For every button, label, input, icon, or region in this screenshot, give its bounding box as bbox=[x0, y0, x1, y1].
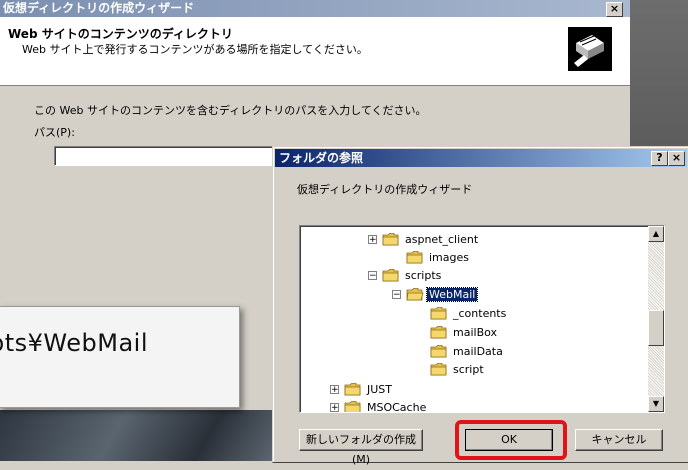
cancel-button[interactable]: キャンセル bbox=[575, 429, 663, 451]
scroll-down-button[interactable]: ▼ bbox=[648, 396, 664, 412]
ok-button-highlight bbox=[455, 420, 567, 460]
wizard-close-button[interactable]: × bbox=[606, 2, 623, 17]
tree-item-label: JUST bbox=[367, 382, 392, 396]
scroll-thumb[interactable] bbox=[648, 310, 664, 346]
tree-item-label: WebMail bbox=[425, 286, 479, 302]
dialog-title: フォルダの参照 bbox=[279, 151, 364, 165]
tree-item[interactable]: mailBox bbox=[416, 323, 499, 341]
tree-item-label: script bbox=[453, 362, 484, 376]
folder-icon bbox=[382, 233, 399, 246]
tree-item-label: mailData bbox=[453, 344, 503, 358]
dialog-titlebar: フォルダの参照 bbox=[275, 149, 687, 167]
tree-item-label: MSOCache bbox=[367, 400, 427, 413]
tree-item[interactable]: + aspnet_client bbox=[368, 230, 480, 248]
tree-item-label: _contents bbox=[453, 306, 507, 320]
path-label: パス(P): bbox=[34, 126, 75, 139]
folder-icon bbox=[406, 288, 424, 301]
wizard-header: Web サイトのコンテンツのディレクトリ Web サイト上で発行するコンテンツが… bbox=[0, 17, 630, 86]
tree-item[interactable]: − WebMail bbox=[392, 285, 479, 303]
wizard-header-title: Web サイトのコンテンツのディレクトリ bbox=[8, 27, 233, 41]
expand-icon[interactable]: + bbox=[330, 384, 339, 394]
folder-icon bbox=[406, 251, 423, 264]
expand-icon[interactable]: + bbox=[368, 234, 377, 244]
tree-item-label: mailBox bbox=[453, 325, 498, 339]
help-button[interactable]: ? bbox=[651, 151, 668, 166]
folder-icon bbox=[430, 363, 447, 376]
wizard-instruction: この Web サイトのコンテンツを含むディレクトリのパスを入力してください。 bbox=[34, 104, 427, 117]
path-input[interactable] bbox=[54, 146, 286, 166]
folder-icon bbox=[430, 345, 447, 358]
folder-icon bbox=[344, 383, 361, 396]
wizard-header-subtitle: Web サイト上で発行するコンテンツがある場所を指定してください。 bbox=[22, 43, 368, 56]
tree-item[interactable]: − scripts bbox=[368, 266, 443, 284]
collapse-icon[interactable]: − bbox=[368, 270, 377, 280]
background-image-strip bbox=[0, 410, 290, 461]
wizard-titlebar: 仮想ディレクトリの作成ウィザード bbox=[0, 0, 630, 17]
dialog-close-button[interactable]: × bbox=[668, 151, 685, 166]
tree-item[interactable]: images bbox=[392, 248, 471, 266]
callout-path-text: pts¥WebMail bbox=[0, 329, 148, 357]
new-folder-button[interactable]: 新しいフォルダの作成(M) bbox=[299, 429, 423, 466]
collapse-icon[interactable]: − bbox=[392, 289, 401, 299]
folder-icon bbox=[382, 269, 399, 282]
dialog-description: 仮想ディレクトリの作成ウィザード bbox=[297, 183, 473, 196]
folder-icon bbox=[344, 401, 361, 412]
folder-icon bbox=[430, 326, 447, 339]
tree-item[interactable]: mailData bbox=[416, 342, 505, 360]
browse-folder-dialog: フォルダの参照 ? × 仮想ディレクトリの作成ウィザード + aspnet_cli… bbox=[272, 146, 688, 466]
folder-icon bbox=[430, 307, 447, 320]
tree-item[interactable]: + JUST bbox=[330, 380, 394, 398]
tree-item-label: scripts bbox=[405, 268, 442, 282]
tree-item[interactable]: _contents bbox=[416, 304, 508, 322]
expand-icon[interactable]: + bbox=[330, 402, 339, 412]
wizard-icon bbox=[568, 27, 612, 71]
scroll-up-button[interactable]: ▲ bbox=[648, 226, 664, 242]
tree-scrollbar[interactable]: ▲ ▼ bbox=[648, 226, 664, 412]
folder-tree[interactable]: + aspnet_client images − scripts − WebMail _con… bbox=[299, 225, 665, 413]
zoom-callout: pts¥WebMail bbox=[0, 306, 240, 408]
wizard-title: 仮想ディレクトリの作成ウィザード bbox=[3, 1, 195, 15]
tree-item[interactable]: script bbox=[416, 360, 486, 378]
tree-item[interactable]: + MSOCache bbox=[330, 398, 428, 413]
tree-item-label: images bbox=[429, 250, 469, 264]
tree-item-label: aspnet_client bbox=[405, 232, 479, 246]
